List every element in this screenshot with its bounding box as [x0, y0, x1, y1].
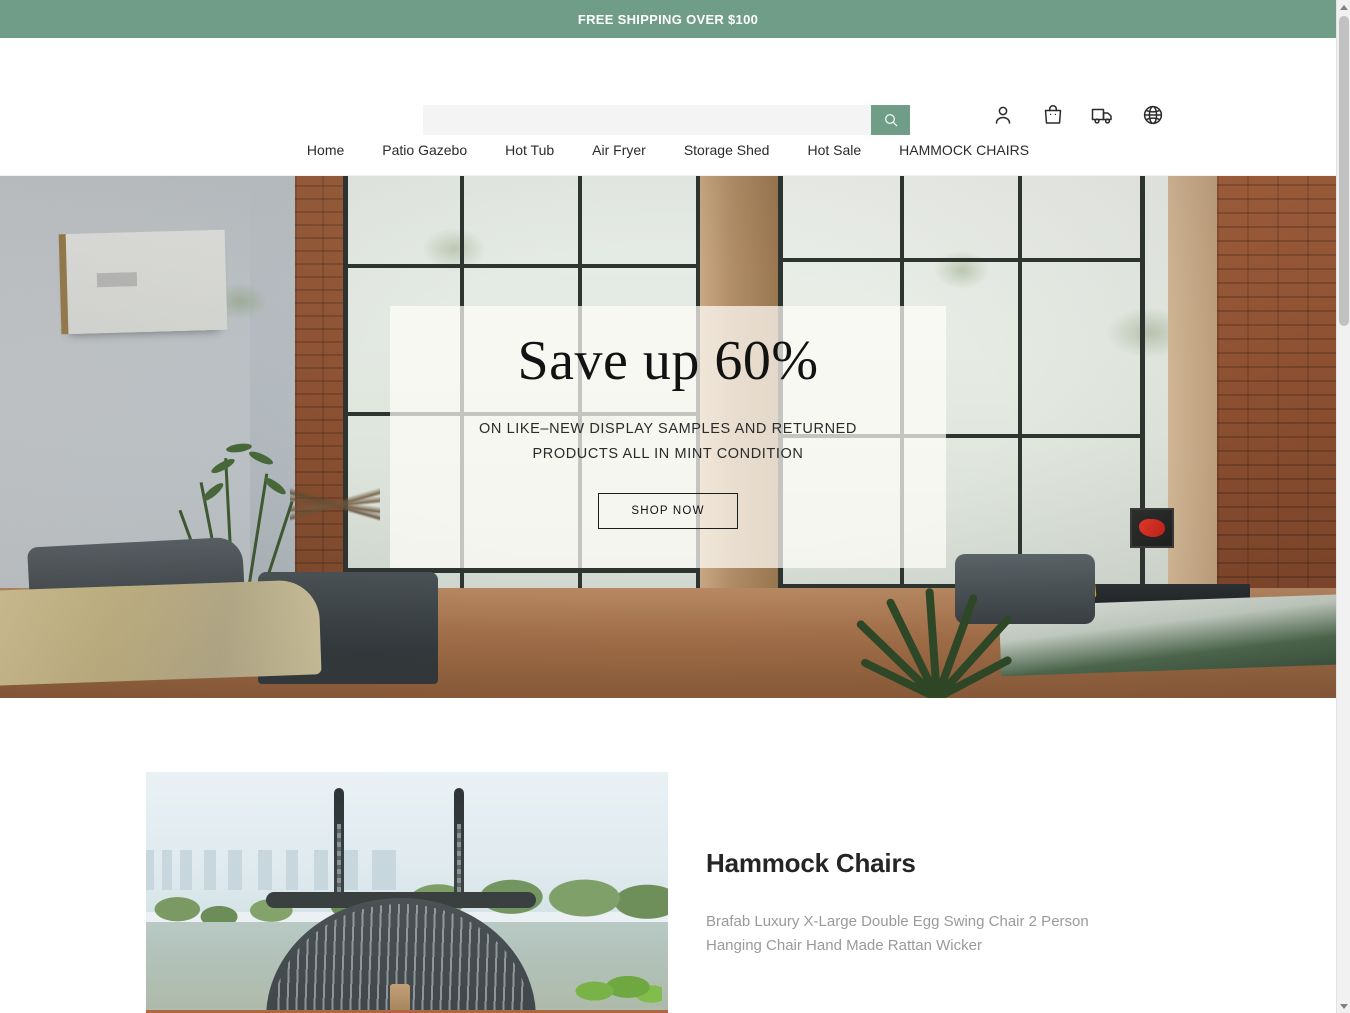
- hero-text-card: Save up 60% ON LIKE–NEW DISPLAY SAMPLES …: [390, 306, 946, 568]
- search-bar: [423, 105, 910, 135]
- scroll-up-arrow[interactable]: [1337, 0, 1350, 14]
- site-logo[interactable]: [22, 60, 192, 104]
- globe-icon[interactable]: [1140, 102, 1166, 128]
- shop-now-button[interactable]: SHOP NOW: [598, 492, 738, 529]
- nav-item-home[interactable]: Home: [288, 124, 363, 176]
- hero-subtitle: ON LIKE–NEW DISPLAY SAMPLES AND RETURNED…: [479, 417, 857, 467]
- browser-viewport: FREE SHIPPING OVER $100 Home Patio Gazeb…: [0, 0, 1350, 1013]
- product-title: Hammock Chairs: [706, 848, 916, 878]
- search-input[interactable]: [423, 105, 871, 135]
- search-icon: [883, 112, 899, 128]
- product-info: Hammock Chairs Brafab Luxury X-Large Dou…: [706, 848, 1126, 958]
- shipping-truck-icon[interactable]: [1090, 102, 1116, 128]
- announcement-bar: FREE SHIPPING OVER $100: [0, 0, 1336, 38]
- account-icon[interactable]: [990, 102, 1016, 128]
- vertical-scrollbar[interactable]: [1336, 0, 1350, 1013]
- search-submit-button[interactable]: [871, 105, 910, 135]
- announcement-text: FREE SHIPPING OVER $100: [577, 11, 759, 27]
- hero-title: Save up 60%: [517, 330, 819, 392]
- product-image[interactable]: [146, 772, 668, 1013]
- shopping-bag-icon[interactable]: [1040, 102, 1066, 128]
- hero-subtitle-line-2: PRODUCTS ALL IN MINT CONDITION: [532, 445, 804, 462]
- scroll-down-arrow[interactable]: [1337, 999, 1350, 1013]
- scrollbar-thumb[interactable]: [1339, 16, 1349, 326]
- site-header: [0, 38, 1336, 135]
- product-description: Brafab Luxury X-Large Double Egg Swing C…: [706, 913, 1089, 954]
- header-icon-group: [990, 102, 1166, 128]
- hero-subtitle-line-1: ON LIKE–NEW DISPLAY SAMPLES AND RETURNED: [478, 420, 857, 437]
- featured-product-section: Hammock Chairs Brafab Luxury X-Large Dou…: [0, 698, 1336, 1013]
- hero-banner[interactable]: Save up 60% ON LIKE–NEW DISPLAY SAMPLES …: [0, 176, 1336, 698]
- page-content: FREE SHIPPING OVER $100 Home Patio Gazeb…: [0, 0, 1336, 1013]
